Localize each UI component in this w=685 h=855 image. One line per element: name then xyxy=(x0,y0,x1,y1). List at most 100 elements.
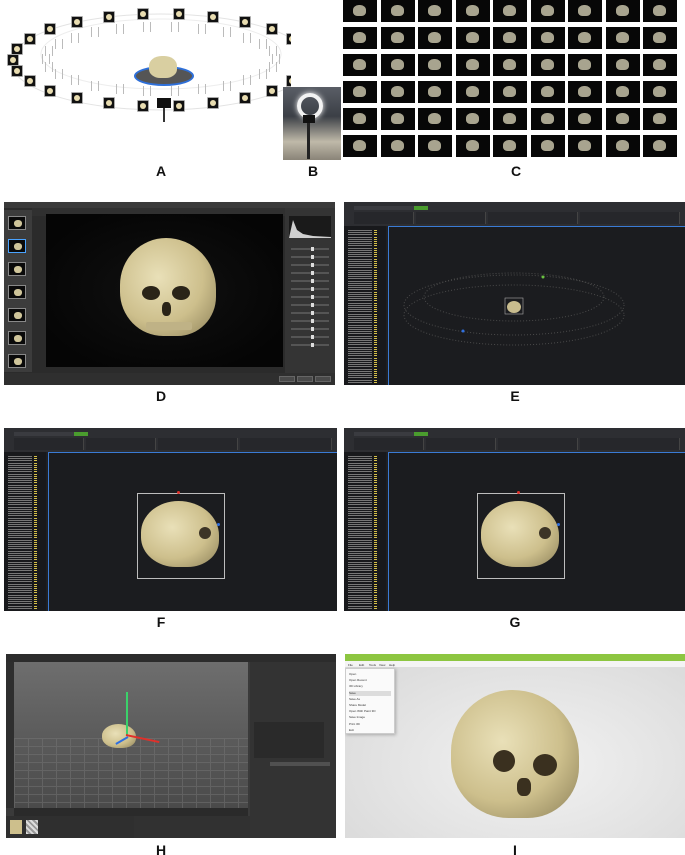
photo-list-row[interactable] xyxy=(348,511,372,512)
photo-list-row[interactable] xyxy=(348,340,372,341)
filmstrip[interactable] xyxy=(4,210,32,372)
photo-list-row[interactable] xyxy=(348,484,372,486)
photo-thumbnail[interactable] xyxy=(605,108,640,130)
checkbox[interactable] xyxy=(374,515,377,517)
checkbox[interactable] xyxy=(374,572,377,574)
photo-list-row[interactable] xyxy=(348,331,372,333)
checkbox[interactable] xyxy=(374,236,377,238)
photo-list-row[interactable] xyxy=(8,464,32,466)
checkbox[interactable] xyxy=(374,570,377,572)
photo-list-row[interactable] xyxy=(8,581,32,583)
checkbox[interactable] xyxy=(34,502,37,504)
checkbox[interactable] xyxy=(374,252,377,253)
checkbox[interactable] xyxy=(374,495,377,497)
ribbon-toolbar[interactable] xyxy=(4,428,337,452)
checkbox[interactable] xyxy=(34,535,37,537)
photo-list-row[interactable] xyxy=(8,535,32,537)
photo-thumbnail[interactable] xyxy=(568,0,602,22)
photo-list-row[interactable] xyxy=(348,515,372,517)
photo-list-row[interactable] xyxy=(348,563,372,565)
ribbon-tabs[interactable] xyxy=(14,432,74,436)
checkbox[interactable] xyxy=(374,337,377,339)
checkbox[interactable] xyxy=(34,511,37,512)
photo-list-row[interactable] xyxy=(348,585,372,587)
checkbox[interactable] xyxy=(374,245,377,247)
checkbox[interactable] xyxy=(34,526,37,528)
photo-list-row[interactable] xyxy=(8,546,32,548)
slider[interactable] xyxy=(291,343,329,347)
checkbox[interactable] xyxy=(34,497,37,499)
photo-list-row[interactable] xyxy=(8,500,32,501)
photo-list-row[interactable] xyxy=(348,517,372,519)
photo-list-row[interactable] xyxy=(348,309,372,311)
photo-list[interactable] xyxy=(344,226,386,385)
checkbox[interactable] xyxy=(374,590,377,592)
checkbox[interactable] xyxy=(374,373,377,374)
photo-thumbnail[interactable] xyxy=(343,108,377,130)
photo-list-row[interactable] xyxy=(348,337,372,339)
photo-list-row[interactable] xyxy=(348,528,372,530)
checkbox[interactable] xyxy=(34,544,37,545)
checkbox[interactable] xyxy=(374,491,377,493)
slider[interactable] xyxy=(291,279,329,283)
checkbox[interactable] xyxy=(34,561,37,563)
photo-list-row[interactable] xyxy=(8,486,32,488)
filmstrip-thumbnail[interactable] xyxy=(8,331,26,345)
checkbox[interactable] xyxy=(374,546,377,548)
photo-list-row[interactable] xyxy=(348,552,372,554)
photo-list-row[interactable] xyxy=(348,550,372,552)
checkbox[interactable] xyxy=(34,517,37,519)
photo-list-row[interactable] xyxy=(348,460,372,462)
photo-list-row[interactable] xyxy=(348,241,372,242)
photo-list-row[interactable] xyxy=(348,285,372,286)
checkbox[interactable] xyxy=(374,256,377,258)
photo-list-row[interactable] xyxy=(348,236,372,238)
checkbox[interactable] xyxy=(374,519,377,521)
photo-thumbnail[interactable] xyxy=(418,108,452,130)
checkbox[interactable] xyxy=(34,563,37,565)
photo-list-row[interactable] xyxy=(8,508,32,510)
photo-list-row[interactable] xyxy=(348,245,372,247)
checkbox[interactable] xyxy=(374,583,377,585)
photo-thumbnail[interactable] xyxy=(343,135,377,157)
checkbox[interactable] xyxy=(374,511,377,512)
photo-list-row[interactable] xyxy=(348,539,372,541)
photo-list-row[interactable] xyxy=(8,561,32,563)
photo-list-row[interactable] xyxy=(348,254,372,256)
photo-list-row[interactable] xyxy=(348,566,372,567)
photo-list-row[interactable] xyxy=(8,493,32,495)
attribute-fields[interactable] xyxy=(254,722,324,758)
checkbox[interactable] xyxy=(34,533,37,534)
photo-list-row[interactable] xyxy=(8,475,32,477)
checkbox[interactable] xyxy=(374,304,377,306)
photo-list-row[interactable] xyxy=(8,480,32,482)
photo-list-row[interactable] xyxy=(348,544,372,545)
photo-list-row[interactable] xyxy=(348,276,372,278)
checkbox[interactable] xyxy=(34,471,37,473)
photo-thumbnail[interactable] xyxy=(455,135,490,157)
photo-list-row[interactable] xyxy=(348,289,372,291)
checkbox[interactable] xyxy=(374,241,377,242)
timeline[interactable] xyxy=(14,808,248,816)
ribbon-tabs[interactable] xyxy=(354,206,414,210)
photo-list-row[interactable] xyxy=(348,353,372,355)
checkbox[interactable] xyxy=(374,607,377,609)
checkbox[interactable] xyxy=(34,548,37,550)
photo-list-row[interactable] xyxy=(8,594,32,596)
photo-list-row[interactable] xyxy=(348,605,372,607)
photo-list-row[interactable] xyxy=(348,581,372,583)
photo-list-row[interactable] xyxy=(348,559,372,561)
filmstrip-thumbnail[interactable] xyxy=(8,216,26,230)
checkbox[interactable] xyxy=(374,278,377,280)
photo-list-row[interactable] xyxy=(348,513,372,515)
active-tab[interactable] xyxy=(414,206,428,210)
slider[interactable] xyxy=(291,327,329,331)
checkbox[interactable] xyxy=(374,497,377,499)
checkbox[interactable] xyxy=(374,464,377,466)
photo-list-row[interactable] xyxy=(348,267,372,269)
photo-list-row[interactable] xyxy=(348,546,372,548)
photo-thumbnail[interactable] xyxy=(568,27,602,49)
photo-list-row[interactable] xyxy=(348,232,372,234)
photo-list-row[interactable] xyxy=(8,484,32,486)
checkbox[interactable] xyxy=(374,561,377,563)
